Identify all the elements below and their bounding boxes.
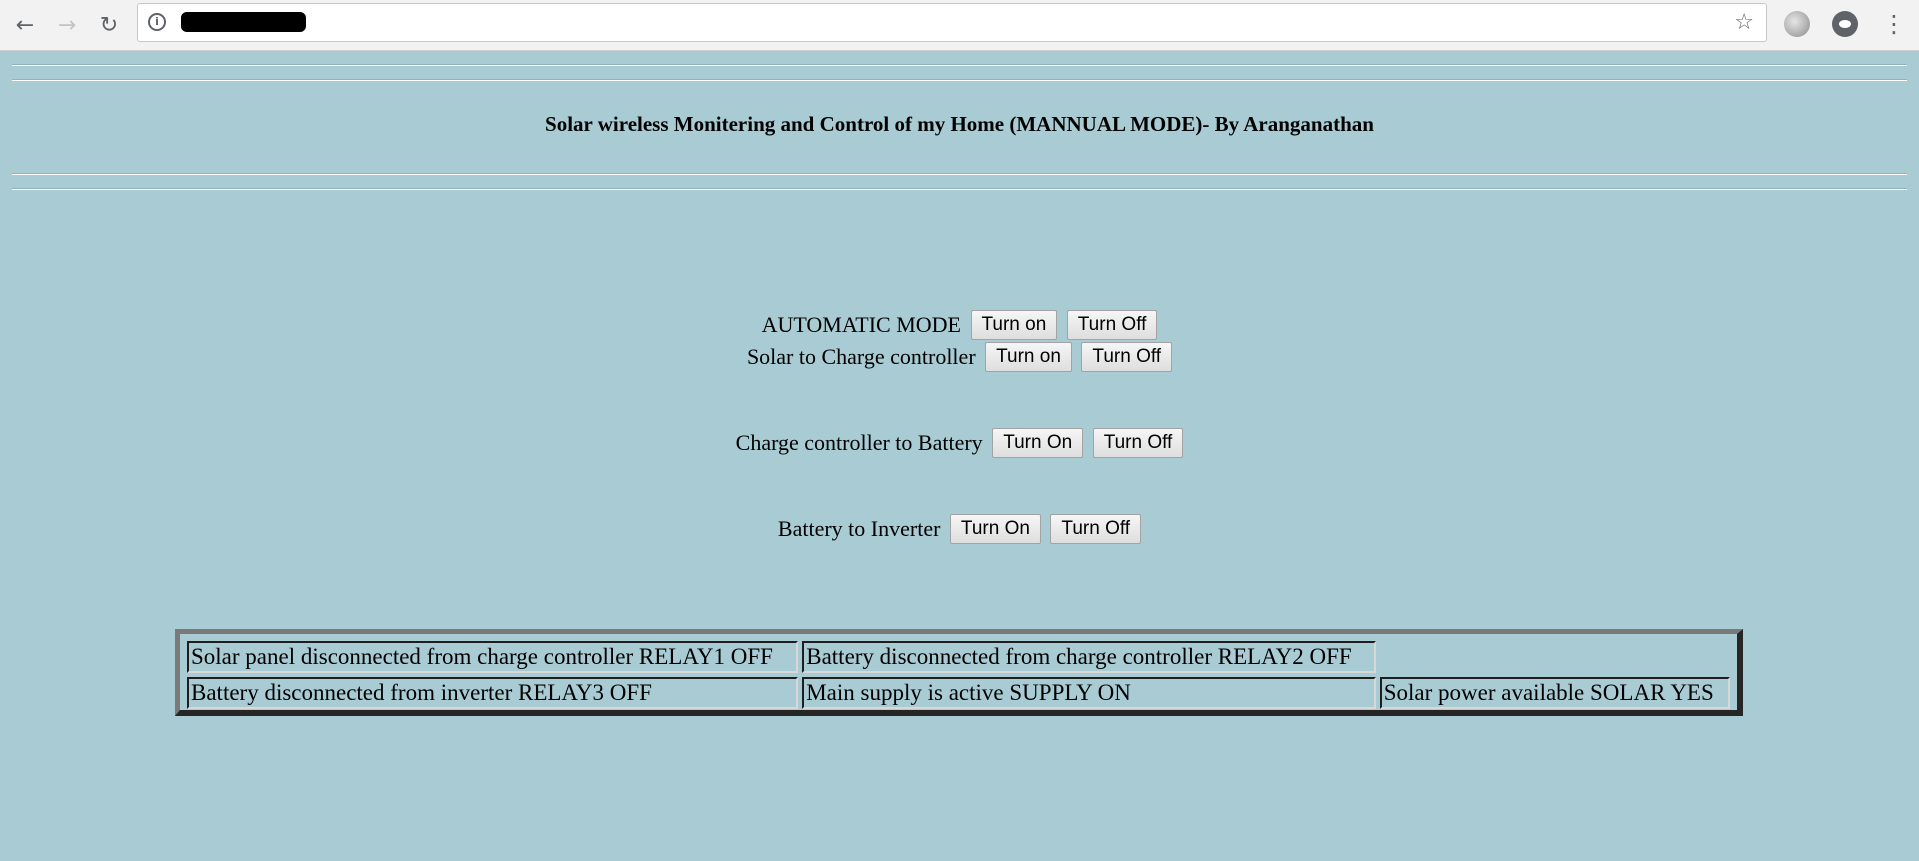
control-row-solar-to-charge-controller: Solar to Charge controller Turn on Turn … — [0, 342, 1919, 372]
status-cell-relay3: Battery disconnected from inverter RELAY… — [187, 677, 799, 709]
browser-toolbar: ← → ↻ i ██████ ☆ ⋮ — [0, 0, 1919, 51]
reload-icon: ↻ — [99, 12, 119, 38]
divider — [12, 188, 1907, 190]
divider — [12, 64, 1907, 66]
control-label: AUTOMATIC MODE — [761, 312, 961, 337]
automatic-mode-on-button[interactable]: Turn on — [970, 310, 1058, 340]
charge-controller-to-battery-on-button[interactable]: Turn On — [992, 428, 1084, 458]
control-label: Solar to Charge controller — [746, 344, 976, 369]
page-title: Solar wireless Monitering and Control of… — [545, 112, 1374, 136]
reload-button[interactable]: ↻ — [94, 10, 124, 40]
control-row-battery-to-inverter: Battery to Inverter Turn On Turn Off — [0, 514, 1919, 544]
status-cell-supply: Main supply is active SUPPLY ON — [802, 677, 1376, 709]
charge-controller-to-battery-off-button[interactable]: Turn Off — [1092, 428, 1184, 458]
table-row: Battery disconnected from inverter RELAY… — [187, 677, 1730, 709]
control-row-charge-controller-to-battery: Charge controller to Battery Turn On Tur… — [0, 428, 1919, 458]
star-icon[interactable]: ☆ — [1734, 10, 1754, 35]
url-text: ██████ — [181, 12, 306, 32]
forward-button[interactable]: → — [52, 10, 82, 40]
info-icon[interactable]: i — [148, 13, 166, 31]
solar-to-charge-controller-on-button[interactable]: Turn on — [985, 342, 1072, 372]
status-table: Solar panel disconnected from charge con… — [175, 629, 1743, 716]
arrow-left-icon: ← — [15, 12, 35, 38]
back-button[interactable]: ← — [10, 10, 40, 40]
automatic-mode-off-button[interactable]: Turn Off — [1066, 310, 1158, 340]
control-label: Charge controller to Battery — [735, 430, 983, 455]
status-cell-relay2: Battery disconnected from charge control… — [802, 641, 1376, 673]
address-bar[interactable]: i ██████ ☆ — [137, 3, 1767, 42]
divider — [12, 79, 1907, 81]
kebab-menu-icon[interactable]: ⋮ — [1882, 10, 1906, 40]
battery-to-inverter-off-button[interactable]: Turn Off — [1050, 514, 1142, 544]
battery-to-inverter-on-button[interactable]: Turn On — [949, 514, 1041, 544]
extension-eye-icon[interactable] — [1832, 11, 1858, 37]
status-cell-solar: Solar power available SOLAR YES — [1379, 677, 1730, 709]
arrow-right-icon: → — [57, 12, 77, 38]
control-label: Battery to Inverter — [777, 516, 941, 541]
table-row: Solar panel disconnected from charge con… — [187, 641, 1730, 673]
extension-globe-icon[interactable] — [1784, 11, 1810, 37]
solar-to-charge-controller-off-button[interactable]: Turn Off — [1081, 342, 1173, 372]
control-row-automatic-mode: AUTOMATIC MODE Turn on Turn Off — [0, 310, 1919, 340]
status-cell-relay1: Solar panel disconnected from charge con… — [187, 641, 799, 673]
divider — [12, 173, 1907, 175]
status-cell-empty — [1380, 641, 1730, 673]
